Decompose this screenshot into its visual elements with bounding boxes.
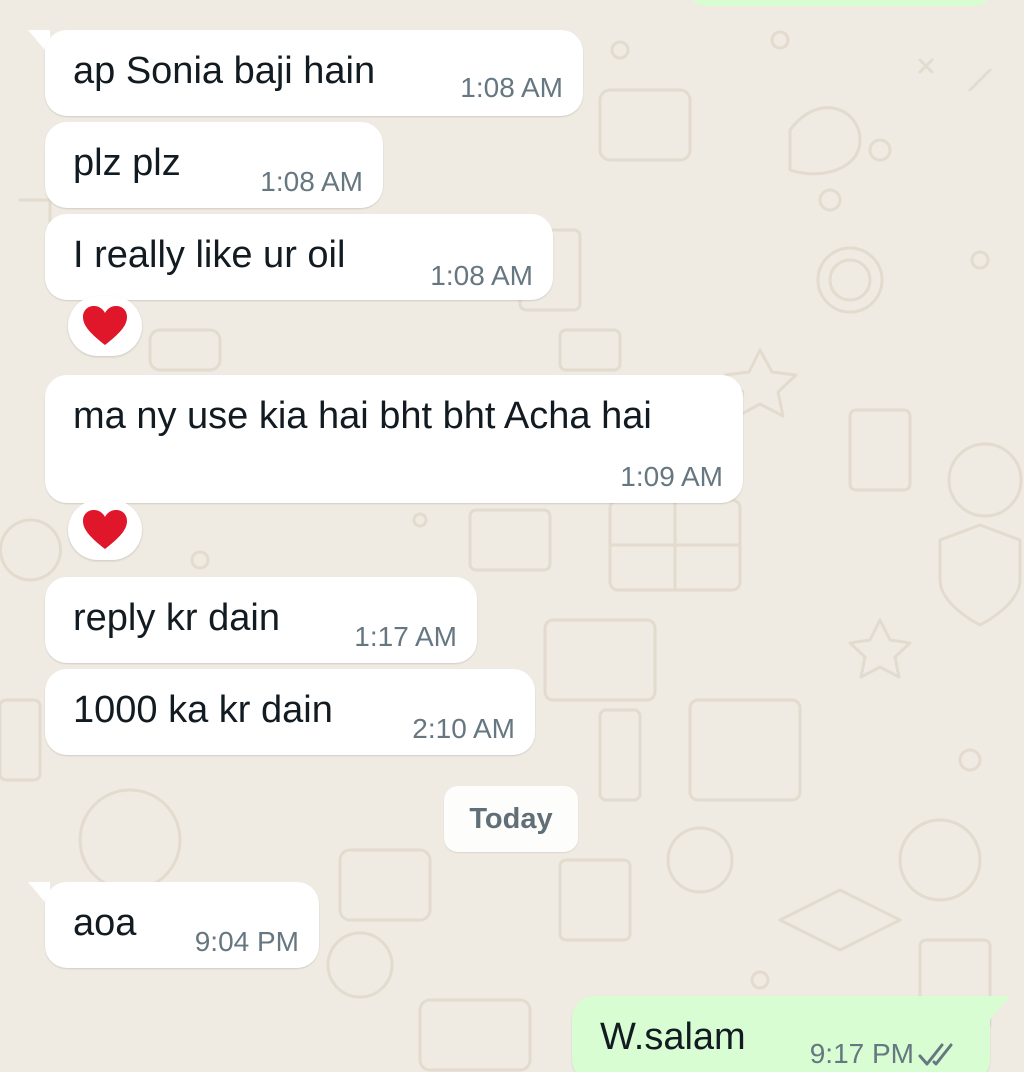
message-text: 1000 ka kr dain bbox=[73, 689, 333, 731]
outgoing-message[interactable]: W.salam 9:17 PM bbox=[572, 996, 990, 1072]
message-time: 1:08 AM bbox=[430, 260, 533, 291]
message-time: 9:04 PM bbox=[194, 926, 299, 957]
message-time: 1:17 AM bbox=[354, 621, 457, 652]
message-text: aoa bbox=[73, 902, 137, 944]
message-text: ap Sonia baji hain bbox=[73, 50, 376, 92]
heart-icon bbox=[83, 306, 127, 345]
heart-icon bbox=[83, 510, 127, 549]
incoming-message[interactable]: plz plz 1:08 AM bbox=[45, 122, 383, 208]
message-time: 1:08 AM bbox=[260, 166, 363, 197]
message-text: plz plz bbox=[73, 142, 181, 184]
date-separator: Today bbox=[444, 786, 578, 852]
incoming-message[interactable]: I really like ur oil 1:08 AM bbox=[45, 214, 553, 300]
read-receipt-icon bbox=[918, 1043, 953, 1066]
chat-area[interactable]: ap Sonia baji hain 1:08 AM plz plz 1:08 … bbox=[0, 0, 1024, 1072]
previous-outgoing-message-edge bbox=[690, 0, 990, 6]
incoming-message[interactable]: ap Sonia baji hain 1:08 AM bbox=[45, 30, 583, 116]
message-text: I really like ur oil bbox=[73, 234, 346, 276]
incoming-message[interactable]: ma ny use kia hai bht bht Acha hai 1:09 … bbox=[45, 375, 743, 503]
incoming-message[interactable]: aoa 9:04 PM bbox=[45, 882, 319, 968]
message-time: 9:17 PM bbox=[809, 1038, 914, 1069]
message-text: reply kr dain bbox=[73, 597, 280, 639]
message-text: W.salam bbox=[600, 1016, 746, 1058]
reaction-badge[interactable] bbox=[68, 296, 142, 356]
message-time: 1:08 AM bbox=[460, 72, 563, 103]
bubble-tail bbox=[988, 996, 1010, 1022]
message-text: ma ny use kia hai bht bht Acha hai bbox=[73, 395, 652, 437]
message-time: 1:09 AM bbox=[620, 461, 723, 492]
incoming-message[interactable]: 1000 ka kr dain 2:10 AM bbox=[45, 669, 535, 755]
incoming-message[interactable]: reply kr dain 1:17 AM bbox=[45, 577, 477, 663]
message-time: 2:10 AM bbox=[412, 713, 515, 744]
reaction-badge[interactable] bbox=[68, 500, 142, 560]
